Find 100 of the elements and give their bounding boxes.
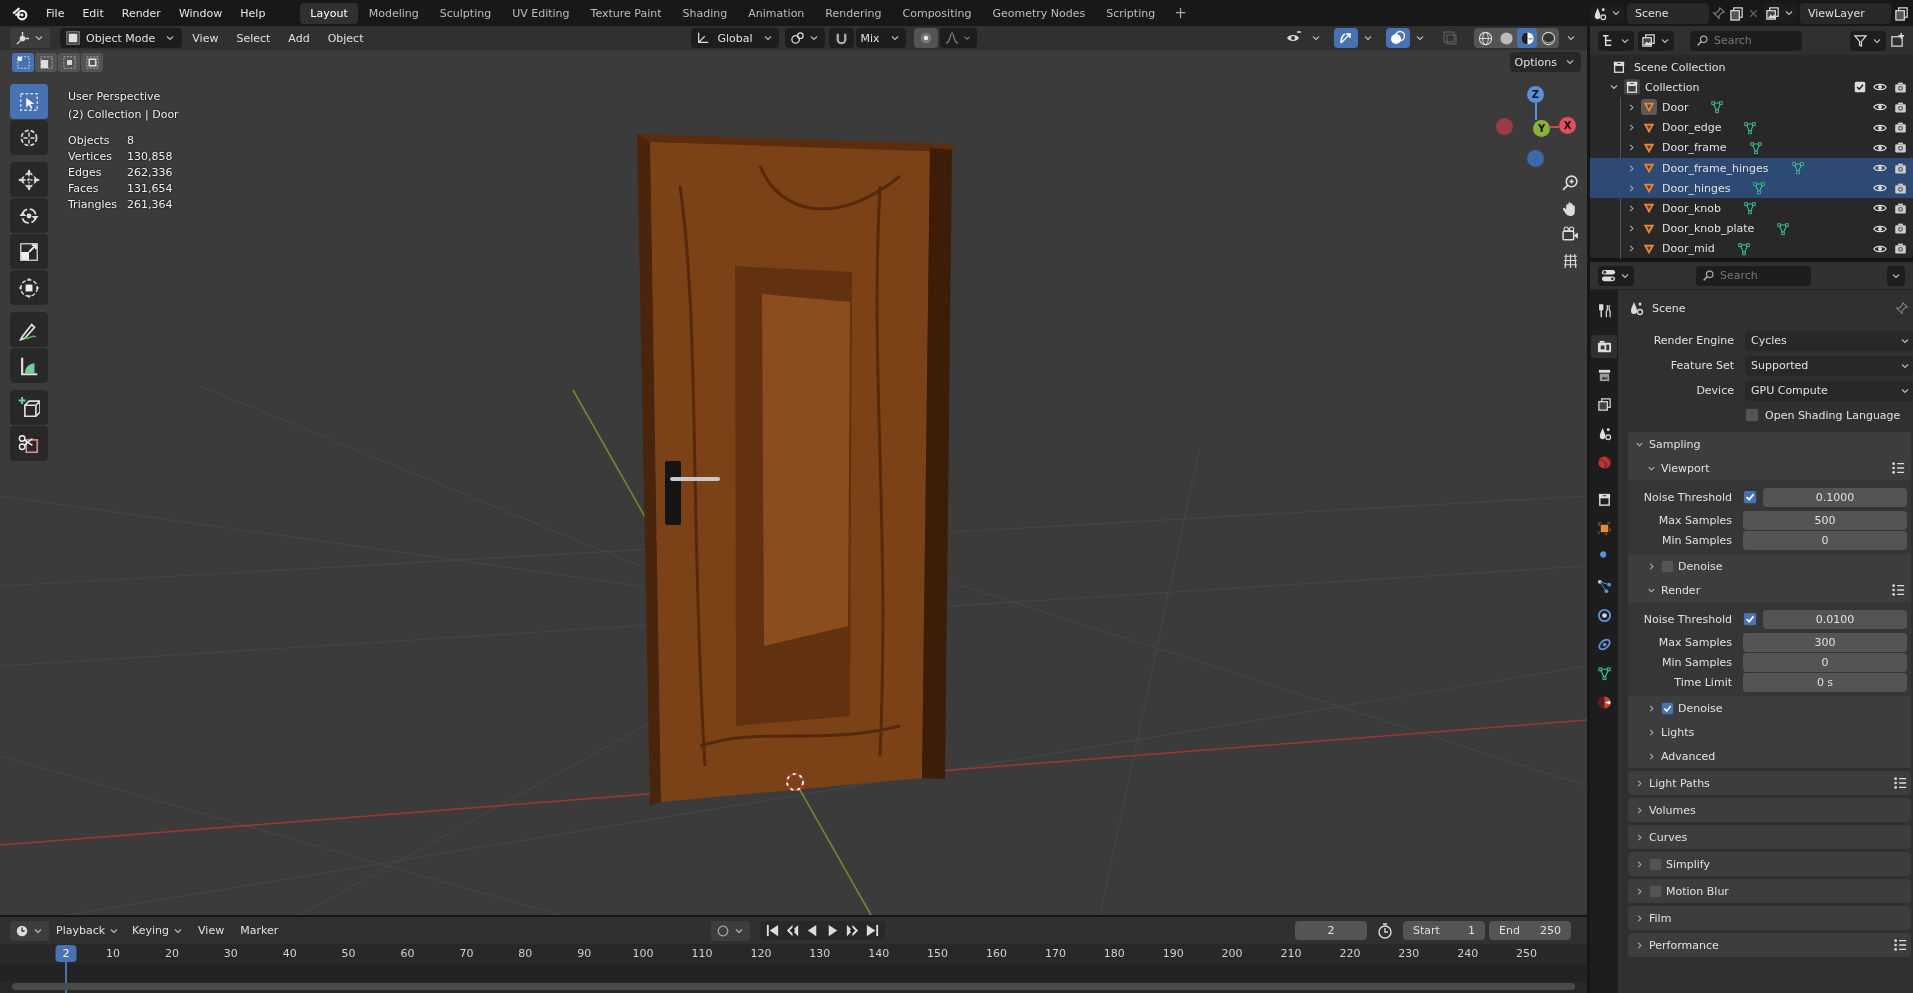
panel-header[interactable]: Sampling [1628, 432, 1911, 456]
panel-header[interactable]: Motion Blur [1628, 879, 1911, 903]
zoom-icon[interactable] [1562, 174, 1579, 191]
presets-icon[interactable] [1893, 776, 1907, 790]
panel-header[interactable]: Curves [1628, 825, 1911, 849]
mode-dropdown[interactable]: Object Mode [60, 28, 183, 48]
next-keyframe-icon[interactable] [845, 923, 861, 938]
outliner-item[interactable]: Door_knob [1662, 201, 1721, 215]
scene-selector-button[interactable] [1590, 3, 1624, 23]
checkbox[interactable] [1649, 884, 1662, 898]
proportional-edit-button[interactable] [913, 28, 938, 48]
panel-title[interactable]: Lights [1661, 725, 1695, 739]
duplicate-icon[interactable] [1729, 5, 1744, 21]
panel-header[interactable]: Render [1628, 578, 1911, 602]
pin-icon[interactable] [1895, 301, 1909, 315]
panel-header[interactable]: Advanced [1628, 744, 1911, 768]
panel-header[interactable]: Denoise [1628, 696, 1911, 720]
outliner-item[interactable]: Door_frame_hinges [1662, 161, 1769, 175]
outliner-row[interactable]: Door_hinges [1590, 178, 1913, 199]
menu-dropdown[interactable]: Keying [127, 920, 190, 941]
search-field[interactable]: Search [1696, 265, 1811, 286]
outliner-row[interactable]: Door_mid [1590, 238, 1913, 259]
current-frame-field[interactable]: 2 [1295, 921, 1367, 940]
outliner-item[interactable]: Door_frame [1662, 141, 1727, 155]
render-visibility-icon[interactable] [1894, 181, 1907, 195]
scene-name-field[interactable]: Scene [1627, 2, 1709, 24]
workspace-tab[interactable]: UV Editing [502, 2, 580, 24]
display-mode-button[interactable] [1638, 30, 1674, 51]
render-visibility-icon[interactable] [1894, 161, 1907, 175]
select-tool[interactable] [10, 84, 48, 119]
outliner-item[interactable]: Door [1662, 100, 1689, 114]
panel-title[interactable]: Simplify [1666, 857, 1711, 871]
render-visibility-icon[interactable] [1894, 201, 1907, 215]
panel-title[interactable]: Film [1649, 911, 1672, 925]
workspace-tab[interactable]: Sculpting [429, 2, 502, 24]
outliner-row[interactable]: Door_knob_plate [1590, 218, 1913, 239]
jump-to-start-icon[interactable] [765, 923, 781, 938]
panel-title[interactable]: Sampling [1649, 437, 1701, 451]
outliner-row[interactable]: Door_frame_hinges [1590, 157, 1913, 179]
search-field[interactable]: Search [1690, 30, 1802, 51]
menu-item[interactable]: Window [169, 6, 232, 20]
workspace-tab[interactable]: Rendering [815, 2, 892, 24]
dropdown[interactable]: GPU Compute [1745, 380, 1913, 401]
panel-title[interactable]: Denoise [1678, 559, 1723, 573]
checkbox[interactable] [1661, 559, 1674, 573]
preview-range-icon[interactable] [1377, 922, 1393, 939]
gizmo-toggle[interactable] [1334, 28, 1358, 48]
number-field[interactable]: 0 [1743, 652, 1907, 672]
annotate-tool[interactable] [10, 312, 48, 347]
menu-item[interactable]: View [184, 31, 227, 45]
panel-header[interactable]: Volumes [1628, 798, 1911, 822]
workspace-tab[interactable]: Texture Paint [580, 2, 672, 24]
workspace-tab[interactable]: Geometry Nodes [982, 2, 1096, 24]
panel-header[interactable]: Performance [1628, 933, 1911, 957]
editor-type-button[interactable] [1598, 30, 1634, 51]
checkbox[interactable] [1661, 701, 1674, 715]
add-workspace-button[interactable]: + [1166, 4, 1195, 22]
new-collection-icon[interactable] [1890, 33, 1905, 48]
editor-type-button[interactable] [10, 920, 49, 941]
options-dropdown[interactable]: Options [1509, 52, 1581, 72]
view-layer-name-field[interactable]: ViewLayer [1800, 2, 1891, 24]
selection-mode-button[interactable] [35, 53, 57, 72]
panel-title[interactable]: Motion Blur [1666, 884, 1729, 898]
camera-icon[interactable] [1562, 226, 1579, 243]
outliner-row[interactable]: Door_knob [1590, 198, 1913, 219]
workspace-tab[interactable]: Scripting [1096, 2, 1166, 24]
mesh-object-icon[interactable] [1641, 99, 1657, 116]
checkbox[interactable] [1854, 81, 1866, 94]
presets-icon[interactable] [1893, 938, 1907, 952]
number-field[interactable]: 500 [1743, 510, 1907, 530]
view-layer-selector-button[interactable] [1763, 3, 1797, 23]
outliner-row[interactable]: Door [1590, 97, 1913, 118]
presets-icon[interactable] [1891, 461, 1905, 475]
menu-item[interactable]: Object [319, 31, 372, 45]
panel-title[interactable]: Viewport [1661, 461, 1710, 475]
pin-icon[interactable] [1712, 6, 1726, 20]
checkbox[interactable] [1743, 490, 1757, 504]
grid-icon[interactable] [1562, 252, 1579, 269]
render-visibility-icon[interactable] [1894, 80, 1907, 94]
workspace-tab[interactable]: Compositing [892, 2, 982, 24]
cut-tool[interactable] [10, 426, 48, 461]
panel-title[interactable]: Advanced [1661, 749, 1716, 763]
outliner-item[interactable]: Door_hinges [1662, 181, 1731, 195]
panel-title[interactable]: Volumes [1649, 803, 1696, 817]
previous-keyframe-icon[interactable] [785, 923, 801, 938]
menu-item[interactable]: View [191, 924, 232, 937]
number-field[interactable]: 0 [1743, 530, 1907, 550]
duplicate-icon[interactable] [1894, 5, 1909, 21]
number-field[interactable]: 0.0100 [1763, 609, 1907, 629]
filter-button[interactable] [1850, 30, 1886, 51]
outliner-row[interactable]: Door_edge [1590, 117, 1913, 138]
pivot-point-button[interactable] [784, 28, 825, 48]
scrollbar[interactable] [12, 983, 1575, 990]
orientation-dropdown[interactable]: Global [691, 28, 779, 48]
number-field[interactable]: 0.1000 [1763, 487, 1907, 507]
menu-item[interactable]: Edit [73, 6, 113, 20]
falloff-dropdown[interactable] [939, 28, 977, 48]
workspace-tab[interactable]: Modeling [358, 2, 429, 24]
panel-title[interactable]: Light Paths [1649, 776, 1710, 790]
panel-header[interactable]: Viewport [1628, 456, 1911, 480]
